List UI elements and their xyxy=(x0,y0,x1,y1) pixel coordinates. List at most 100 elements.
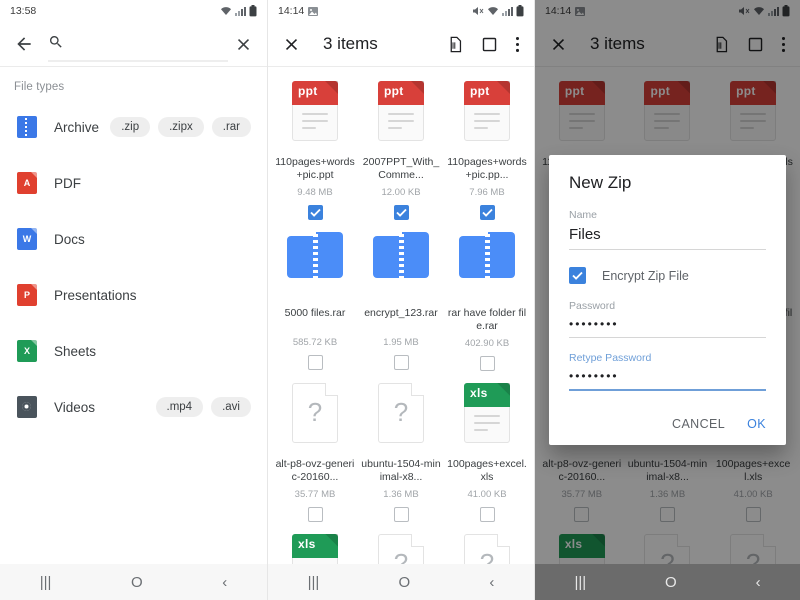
file-type-label: Docs xyxy=(54,231,85,247)
home-button[interactable]: O xyxy=(399,575,411,590)
file-name: 100pages+excel.xls xyxy=(447,457,527,484)
file-cell[interactable]: rar have folder file.rar 402.90 KB xyxy=(444,224,530,375)
powerpoint-icon: P xyxy=(12,284,42,306)
chip-avi[interactable]: .avi xyxy=(211,396,251,418)
file-cell[interactable]: ppt 110pages+words+pic.ppt 9.48 MB xyxy=(272,73,358,224)
retype-password-input[interactable]: •••••••• xyxy=(569,369,766,389)
rar-file-icon xyxy=(373,231,429,278)
file-cell[interactable]: ppt 110pages+words+pic.pp... 7.96 MB xyxy=(444,73,530,224)
file-cell[interactable]: xls xyxy=(272,526,358,564)
file-checkbox[interactable] xyxy=(393,354,409,370)
file-cell[interactable]: encrypt_123.rar 1.95 MB xyxy=(358,224,444,375)
ppt-badge-label: ppt xyxy=(298,84,318,98)
recents-button[interactable]: ||| xyxy=(574,575,586,590)
file-size: 12.00 KB xyxy=(381,186,421,198)
recents-button[interactable]: ||| xyxy=(40,575,52,590)
file-type-row-videos[interactable]: Videos .mp4 .avi xyxy=(0,379,267,435)
file-type-label: Archive xyxy=(54,119,100,135)
close-icon[interactable] xyxy=(234,35,253,54)
ppt-file-icon: ppt xyxy=(378,81,424,141)
back-arrow-icon[interactable] xyxy=(14,34,34,54)
encrypt-zip-row[interactable]: Encrypt Zip File xyxy=(569,267,766,284)
file-checkbox[interactable] xyxy=(393,506,409,522)
file-checkbox[interactable] xyxy=(479,506,495,522)
file-checkbox[interactable] xyxy=(307,354,323,370)
status-bar-right xyxy=(473,5,524,17)
excel-icon: X xyxy=(12,340,42,362)
close-icon[interactable] xyxy=(282,35,301,54)
file-thumbnail: xls xyxy=(275,533,355,564)
retype-password-field-label: Retype Password xyxy=(569,352,652,364)
file-shred-icon[interactable] xyxy=(447,36,464,53)
ppt-badge-label: ppt xyxy=(470,84,490,98)
chip-zipx[interactable]: .zipx xyxy=(158,116,204,138)
image-icon xyxy=(308,6,319,16)
file-type-row-pdf[interactable]: A PDF xyxy=(0,155,267,211)
file-size: 1.95 MB xyxy=(383,336,419,348)
password-field-label: Password xyxy=(569,300,616,312)
file-checkbox[interactable] xyxy=(307,204,323,220)
file-cell[interactable]: ? alt-p8-ovz-generic-20160... 35.77 MB xyxy=(272,375,358,526)
file-checkbox-wrap xyxy=(275,506,355,522)
status-bar: 14:14 xyxy=(268,0,534,22)
file-cell[interactable]: ? xyxy=(358,526,444,564)
file-type-row-docs[interactable]: W Docs xyxy=(0,211,267,267)
file-type-row-sheets[interactable]: X Sheets xyxy=(0,323,267,379)
overflow-menu-icon[interactable] xyxy=(515,36,520,53)
file-grid-scroll[interactable]: ppt 110pages+words+pic.ppt 9.48 MB ppt 2… xyxy=(268,67,534,564)
panel-file-type-filter: 13:58 File types Archive .zip .zipx .rar… xyxy=(0,0,267,600)
chip-rar[interactable]: .rar xyxy=(211,116,251,138)
word-icon-letter: W xyxy=(22,234,32,244)
retype-password-input-underline xyxy=(569,389,766,391)
ppt-file-icon: ppt xyxy=(464,81,510,141)
cancel-button[interactable]: CANCEL xyxy=(672,417,725,431)
file-cell[interactable]: ppt 2007PPT_With_Comme... 12.00 KB xyxy=(358,73,444,224)
extension-chips-archive: .zip .zipx .rar xyxy=(110,116,255,138)
xls-badge-label: xls xyxy=(298,536,316,551)
back-button[interactable]: ‹ xyxy=(756,575,761,590)
file-cell[interactable]: 5000 files.rar 585.72 KB xyxy=(272,224,358,375)
search-input[interactable] xyxy=(48,22,228,66)
file-name: alt-p8-ovz-generic-20160... xyxy=(275,457,355,484)
chip-mp4[interactable]: .mp4 xyxy=(155,396,204,418)
file-checkbox[interactable] xyxy=(479,204,495,220)
status-time: 13:58 xyxy=(10,5,37,17)
status-bar: 13:58 xyxy=(0,0,267,22)
password-input[interactable]: •••••••• xyxy=(569,317,766,337)
recents-button[interactable]: ||| xyxy=(308,575,320,590)
file-thumbnail: ppt xyxy=(447,81,527,151)
file-name: 5000 files.rar xyxy=(284,306,346,319)
panel-new-zip-dialog: 14:14 3 items ppt ppt ppt fil alt-p8-ovz… xyxy=(534,0,800,600)
panel-file-selection: 14:14 3 items ppt 110pages+words+pic.ppt… xyxy=(267,0,534,600)
file-type-label: Sheets xyxy=(54,343,97,359)
file-cell[interactable]: xls 100pages+excel.xls 41.00 KB xyxy=(444,375,530,526)
file-type-label: PDF xyxy=(54,175,81,191)
file-cell[interactable]: ? ubuntu-1504-minimal-x8... 1.36 MB xyxy=(358,375,444,526)
file-checkbox-wrap xyxy=(447,506,527,522)
system-navigation-bar: ||| O ‹ xyxy=(535,564,800,600)
file-checkbox[interactable] xyxy=(307,506,323,522)
wifi-icon xyxy=(221,6,231,15)
select-all-icon[interactable] xyxy=(481,36,498,53)
file-thumbnail xyxy=(275,231,355,302)
home-button[interactable]: O xyxy=(131,575,143,590)
name-input[interactable]: Files xyxy=(569,226,766,249)
back-button[interactable]: ‹ xyxy=(489,575,494,590)
home-button[interactable]: O xyxy=(665,575,677,590)
file-checkbox[interactable] xyxy=(479,355,495,371)
file-cell[interactable]: ? xyxy=(444,526,530,564)
encrypt-checkbox[interactable] xyxy=(569,267,586,284)
battery-icon xyxy=(249,5,257,17)
chip-zip[interactable]: .zip xyxy=(110,116,151,138)
file-checkbox[interactable] xyxy=(393,204,409,220)
file-type-row-archive[interactable]: Archive .zip .zipx .rar xyxy=(0,99,267,155)
file-size: 585.72 KB xyxy=(292,336,338,348)
file-grid: ppt 110pages+words+pic.ppt 9.48 MB ppt 2… xyxy=(268,67,534,564)
file-thumbnail: ? xyxy=(275,382,355,453)
mute-icon xyxy=(473,7,484,15)
file-type-row-presentations[interactable]: P Presentations xyxy=(0,267,267,323)
ok-button[interactable]: OK xyxy=(747,417,766,431)
file-types-heading: File types xyxy=(14,81,65,93)
file-name: 2007PPT_With_Comme... xyxy=(362,156,440,182)
back-button[interactable]: ‹ xyxy=(222,575,227,590)
